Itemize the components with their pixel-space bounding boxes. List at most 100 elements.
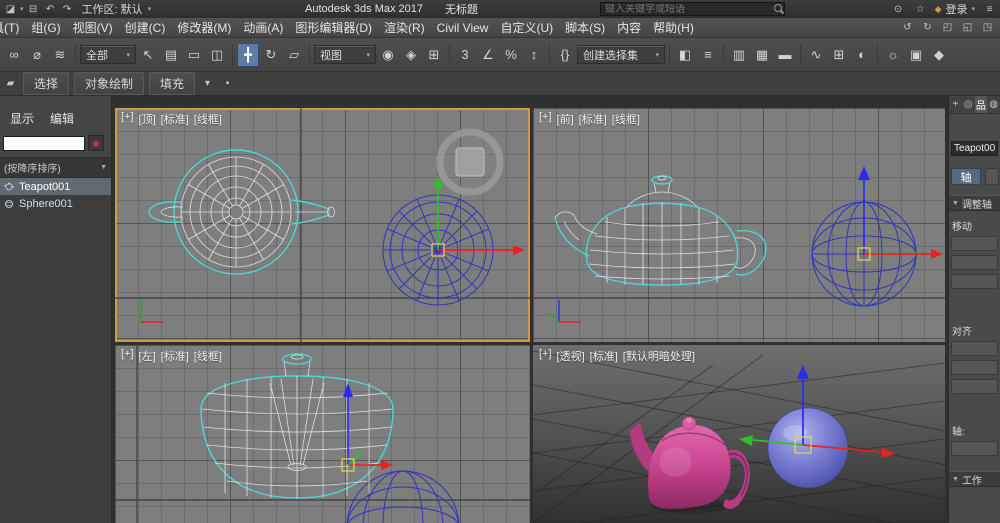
select-and-scale-icon[interactable]: ▱ <box>283 43 305 67</box>
window-crossing-icon[interactable]: ◫ <box>206 43 228 67</box>
teapot-shaded[interactable] <box>629 416 750 514</box>
pivot-button[interactable]: 轴 <box>951 168 981 185</box>
explorer-menu-display[interactable]: 显示 <box>10 110 34 127</box>
named-selection-set-dropdown[interactable]: 创建选择集 ▾ <box>577 45 665 64</box>
center-to-object-button[interactable] <box>951 341 998 356</box>
menu-item-create[interactable]: 创建(C) <box>119 18 172 37</box>
use-pivot-center-icon[interactable]: ◉ <box>377 43 399 67</box>
list-item-sphere001[interactable]: Sphere001 <box>0 195 111 212</box>
rendered-frame-icon[interactable]: ▣ <box>905 43 927 67</box>
menu-item-customize[interactable]: 自定义(U) <box>494 18 559 37</box>
ribbon-config-icon[interactable]: ▪ <box>220 77 235 91</box>
render-production-icon[interactable]: ◆ <box>928 43 950 67</box>
snaps-toggle-icon[interactable]: 3 <box>454 43 476 67</box>
edit-named-sets-icon[interactable]: {} <box>554 43 576 67</box>
teapot-wireframe-front[interactable] <box>554 175 767 286</box>
layer-explorer-toggle-icon[interactable]: ▦ <box>751 43 773 67</box>
view-undo-icon[interactable]: ↺ <box>900 21 915 35</box>
object-name-field[interactable]: Teapot00 <box>951 141 998 156</box>
align-icon[interactable]: ≡ <box>697 43 719 67</box>
hierarchy-tab-icon[interactable]: 品 <box>974 96 988 113</box>
viewport-shading-button[interactable]: [线框] <box>612 111 640 127</box>
selection-filter-dropdown[interactable]: 全部 ▾ <box>80 45 136 64</box>
viewport-menu-button[interactable]: [+] <box>121 111 134 127</box>
viewport-top[interactable]: [+] [顶] [标准] [线框] <box>115 108 530 342</box>
move-gizmo[interactable] <box>341 383 393 472</box>
align-to-world-button[interactable] <box>951 379 998 394</box>
angle-snap-icon[interactable]: ∠ <box>477 43 499 67</box>
percent-snap-icon[interactable]: % <box>500 43 522 67</box>
search-input[interactable] <box>601 3 772 15</box>
working-pivot-rollout[interactable]: ▼ 工作 <box>949 471 1000 487</box>
viewport-left[interactable]: [+] [左] [标准] [线框] <box>115 345 530 523</box>
explorer-search-input[interactable] <box>3 135 85 151</box>
viewcube[interactable] <box>434 126 506 198</box>
viewport-pov-button[interactable]: [前] <box>557 111 574 127</box>
motion-tab-icon[interactable]: ◍ <box>987 96 1000 113</box>
app-menu-caret-icon[interactable]: ▾ <box>20 5 24 13</box>
viewport-layout-icon[interactable]: ◰ <box>940 21 955 35</box>
move-gizmo[interactable] <box>857 166 943 261</box>
ik-button[interactable] <box>985 168 999 185</box>
app-menu-icon[interactable]: ≡ <box>982 2 997 16</box>
sign-in-button[interactable]: ◆ 登录 ▾ <box>935 1 975 17</box>
affect-object-only-button[interactable] <box>951 255 998 270</box>
view-redo-icon[interactable]: ↻ <box>920 21 935 35</box>
docking-icon[interactable]: ◳ <box>980 21 995 35</box>
select-and-move-icon[interactable]: ╋ <box>237 42 259 67</box>
menu-item-content[interactable]: 内容 <box>611 18 647 37</box>
spinner-snap-icon[interactable]: ↕ <box>523 43 545 67</box>
create-tab-icon[interactable]: + <box>949 96 962 113</box>
curve-editor-icon[interactable]: ∿ <box>805 43 827 67</box>
viewport-shading-button[interactable]: [默认明暗处理] <box>623 348 695 364</box>
menu-item-rendering[interactable]: 渲染(R) <box>378 18 431 37</box>
coordinate-system-dropdown[interactable]: 视图 ▾ <box>314 45 376 64</box>
redo-icon[interactable]: ↷ <box>60 2 75 16</box>
viewport-front[interactable]: [+] [前] [标准] [线框] <box>533 108 945 342</box>
viewport-preset-button[interactable]: [标准] <box>579 111 607 127</box>
search-icon[interactable] <box>772 3 784 15</box>
save-icon[interactable]: ⊟ <box>26 2 41 16</box>
select-and-manipulate-icon[interactable]: ◈ <box>400 43 422 67</box>
explorer-menu-edit[interactable]: 编辑 <box>50 110 74 127</box>
menu-item-animation[interactable]: 动画(A) <box>237 18 289 37</box>
modify-tab-icon[interactable]: ◎ <box>962 96 975 113</box>
menu-item-scripting[interactable]: 脚本(S) <box>559 18 611 37</box>
selection-region-icon[interactable]: ▭ <box>183 43 205 67</box>
viewport-menu-button[interactable]: [+] <box>539 348 552 364</box>
viewport-preset-button[interactable]: [标准] <box>590 348 618 364</box>
align-to-object-button[interactable] <box>951 360 998 375</box>
keyboard-override-icon[interactable]: ⊞ <box>423 43 445 67</box>
viewport-pov-button[interactable]: [左] <box>139 348 156 364</box>
show-grid-icon[interactable]: ◱ <box>960 21 975 35</box>
affect-hierarchy-only-button[interactable] <box>951 274 998 289</box>
affect-pivot-only-button[interactable] <box>951 236 998 251</box>
viewport-perspective[interactable]: [+] [透视] [标准] [默认明暗处理] <box>533 345 945 523</box>
menu-item-tools[interactable]: 工具(T) <box>0 18 25 37</box>
viewport-pov-button[interactable]: [透视] <box>557 348 585 364</box>
menu-item-modifiers[interactable]: 修改器(M) <box>171 18 237 37</box>
mirror-icon[interactable]: ◧ <box>674 43 696 67</box>
select-object-icon[interactable]: ↖ <box>137 43 159 67</box>
teapot-wireframe-top[interactable] <box>148 149 335 275</box>
scene-explorer-toggle-icon[interactable]: ▥ <box>728 43 750 67</box>
select-and-rotate-icon[interactable]: ↻ <box>260 43 282 67</box>
ribbon-tab-select[interactable]: 选择 <box>23 72 70 95</box>
viewport-preset-button[interactable]: [标准] <box>161 348 189 364</box>
ribbon-toggle-icon[interactable]: ▬ <box>774 43 796 67</box>
viewport-shading-button[interactable]: [线框] <box>194 348 222 364</box>
schematic-view-icon[interactable]: ⊞ <box>828 43 850 67</box>
explorer-sort-header[interactable]: (按降序排序) ▼ <box>0 157 111 178</box>
community-icon[interactable]: ⊙ <box>891 2 906 16</box>
ribbon-minimize-icon[interactable]: ▾ <box>200 77 215 91</box>
sphere-wireframe-left[interactable] <box>346 470 460 523</box>
menu-item-views[interactable]: 视图(V) <box>67 18 119 37</box>
list-item-teapot001[interactable]: Teapot001 <box>0 178 111 195</box>
ribbon-tab-populate[interactable]: 填充 <box>149 72 196 95</box>
teapot-wireframe-left[interactable] <box>200 353 394 499</box>
app-logo-icon[interactable]: ◪ <box>3 2 18 16</box>
viewport-preset-button[interactable]: [标准] <box>161 111 189 127</box>
viewport-menu-button[interactable]: [+] <box>121 348 134 364</box>
ribbon-tab-object-paint[interactable]: 对象绘制 <box>74 72 145 95</box>
unlink-selection-icon[interactable]: ⌀ <box>26 43 48 67</box>
